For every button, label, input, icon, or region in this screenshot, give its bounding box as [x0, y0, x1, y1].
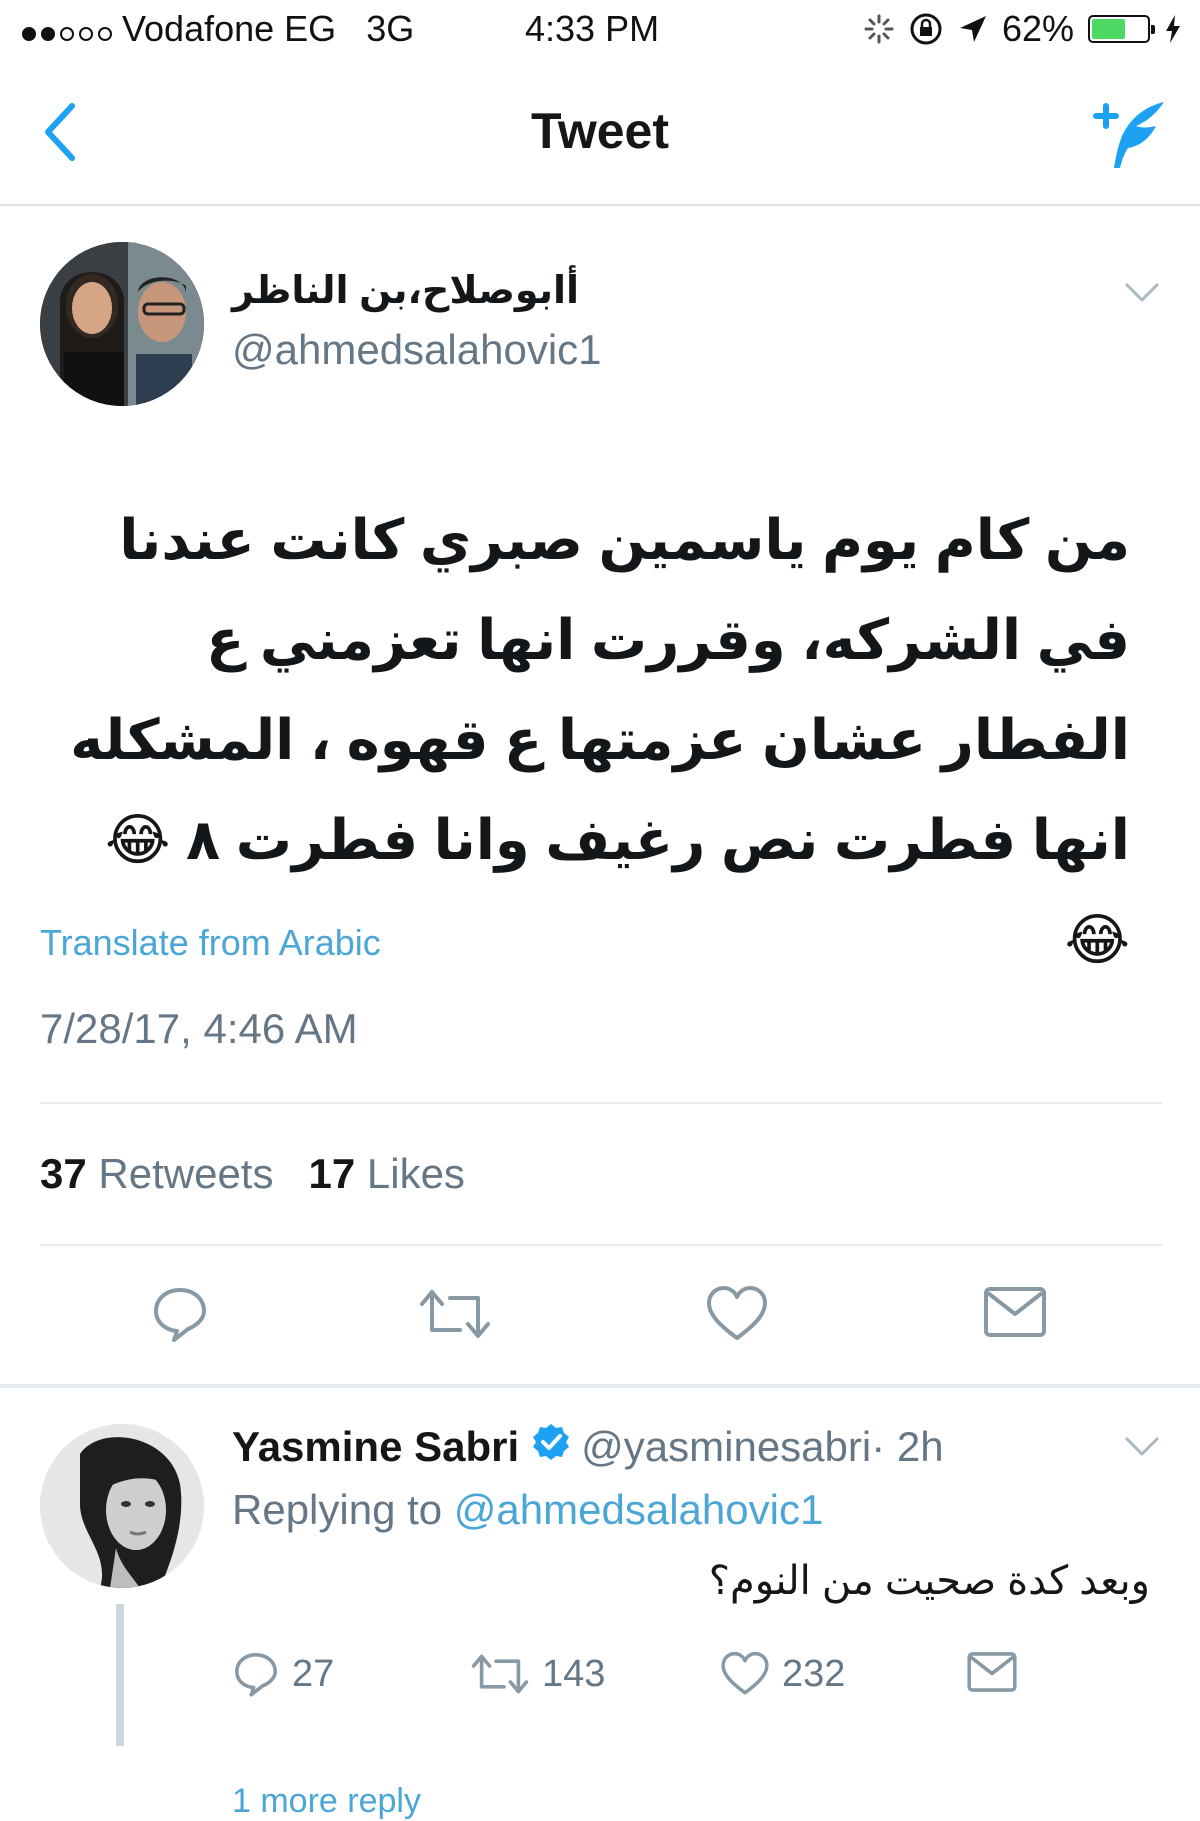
location-arrow-icon	[959, 16, 986, 42]
nav-bar: Tweet	[0, 62, 1200, 206]
likes-label: Likes	[366, 1150, 465, 1197]
status-time: 4:33 PM	[525, 8, 660, 49]
reply-dm-button[interactable]	[966, 1650, 1018, 1694]
chevron-down-icon	[1125, 1437, 1159, 1456]
reply-icon	[235, 1653, 277, 1697]
author-handle[interactable]: @ahmedsalahovic1	[232, 326, 602, 374]
rotation-lock-icon	[910, 13, 942, 45]
reply-text: وبعد كدة صحيت من النوم؟	[708, 1559, 1150, 1603]
network-type: 3G	[366, 8, 415, 49]
reply-author-avatar[interactable]	[40, 1424, 204, 1588]
retweet-button[interactable]	[418, 1284, 492, 1349]
battery-level	[1092, 19, 1126, 39]
reply-button[interactable]	[150, 1284, 210, 1349]
chevron-down-icon	[1125, 283, 1159, 302]
tweet-timestamp: 7/28/17, 4:46 AM	[40, 1005, 358, 1052]
heart-icon	[721, 1651, 769, 1695]
carrier-name: Vodafone EG	[122, 8, 337, 49]
retweets-stat[interactable]: 37 Retweets	[40, 1150, 273, 1197]
reply-reply-button[interactable]: 27	[232, 1650, 334, 1698]
reply-icon	[154, 1288, 206, 1342]
likes-stat[interactable]: 17 Likes	[308, 1150, 464, 1197]
envelope-icon	[984, 1287, 1046, 1337]
retweet-icon	[420, 1290, 490, 1338]
direct-message-button[interactable]	[982, 1284, 1048, 1345]
avatar-photo	[40, 1424, 204, 1588]
status-right: 62%	[864, 8, 1182, 50]
carrier-info: Vodafone EG 3G	[22, 8, 414, 50]
reply-retweet-button[interactable]: 143	[470, 1650, 605, 1698]
heart-icon	[707, 1286, 767, 1340]
replying-to: Replying to @ahmedsalahovic1	[232, 1486, 823, 1534]
more-replies-link[interactable]: 1 more reply	[232, 1782, 421, 1821]
translate-link[interactable]: Translate from Arabic	[40, 922, 381, 964]
like-count: 232	[782, 1652, 846, 1695]
status-bar: Vodafone EG 3G 4:33 PM 62%	[0, 0, 1200, 62]
verified-badge-icon	[531, 1422, 571, 1472]
battery-icon	[1088, 15, 1155, 43]
author-display-name[interactable]: أابوصلاح،بن الناظر	[232, 268, 579, 313]
loading-icon	[864, 14, 894, 44]
reply-like-button[interactable]: 232	[720, 1650, 845, 1698]
divider	[40, 1244, 1162, 1246]
replying-prefix: Replying to	[232, 1486, 443, 1533]
signal-strength-icon	[22, 27, 112, 41]
reply-time: · 2h	[871, 1423, 944, 1470]
charging-bolt-icon	[1166, 15, 1180, 43]
tweet-text: من كام يوم ياسمين صبري كانت عندنا في الش…	[70, 508, 1130, 971]
page-title: Tweet	[531, 103, 669, 159]
replying-to-handle[interactable]: @ahmedsalahovic1	[454, 1486, 824, 1533]
reply-count: 27	[292, 1652, 335, 1695]
author-avatar[interactable]	[40, 242, 204, 406]
like-button[interactable]	[705, 1284, 769, 1349]
reply-author-handle[interactable]: @yasminesabri	[581, 1423, 871, 1471]
battery-percent: 62%	[1001, 8, 1074, 49]
retweets-count: 37	[40, 1150, 87, 1197]
retweets-label: Retweets	[98, 1150, 274, 1197]
retweet-icon	[471, 1654, 529, 1694]
tweet-stats: 37 Retweets 17 Likes	[40, 1150, 465, 1198]
thread-line	[116, 1604, 124, 1746]
compose-tweet-icon	[1093, 102, 1164, 168]
envelope-icon	[967, 1652, 1017, 1692]
tweet-options-button[interactable]	[1124, 282, 1160, 309]
reply-author-name[interactable]: Yasmine Sabri	[232, 1423, 519, 1471]
retweet-count: 143	[542, 1652, 606, 1695]
reply-header: Yasmine Sabri @yasminesabri · 2h	[232, 1422, 944, 1472]
reply-options-button[interactable]	[1124, 1436, 1160, 1463]
divider	[40, 1102, 1162, 1104]
likes-count: 17	[308, 1150, 356, 1197]
compose-tweet-button[interactable]	[1090, 96, 1170, 177]
avatar-photo	[40, 242, 204, 406]
section-divider	[0, 1384, 1200, 1388]
